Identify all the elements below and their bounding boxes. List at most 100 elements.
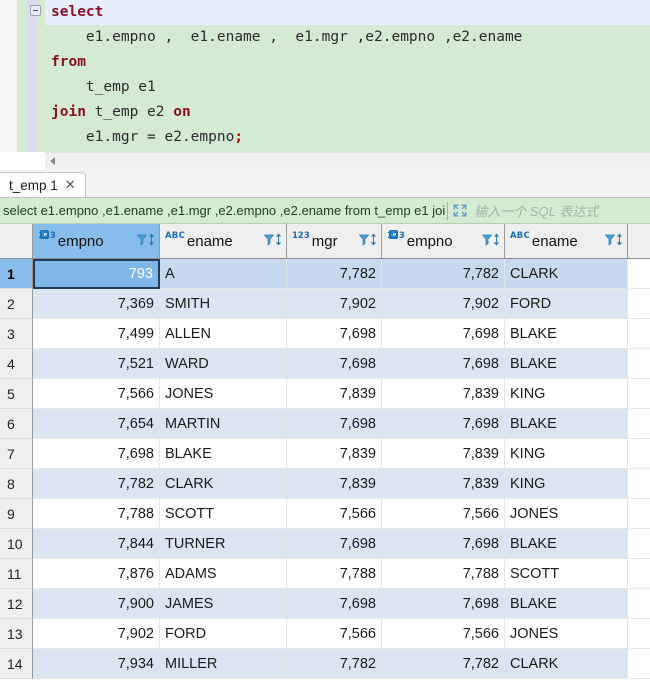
- fold-collapse-icon[interactable]: [30, 5, 41, 16]
- column-header-ename-4[interactable]: ABC ename: [505, 224, 628, 258]
- filter-funnel-icon[interactable]: [136, 233, 148, 250]
- row-number-header[interactable]: 13: [0, 619, 33, 649]
- column-header-empno-0[interactable]: 123 empno: [33, 224, 160, 258]
- row-number-header[interactable]: 5: [0, 379, 33, 409]
- table-cell[interactable]: 7,698: [382, 589, 505, 619]
- table-cell[interactable]: CLARK: [160, 469, 287, 499]
- table-cell[interactable]: 7,788: [382, 559, 505, 589]
- table-cell[interactable]: BLAKE: [505, 529, 628, 559]
- table-cell[interactable]: 7,782: [33, 469, 160, 499]
- row-number-header[interactable]: 3: [0, 319, 33, 349]
- table-row[interactable]: 11 7,876 ADAMS 7,788 7,788 SCOTT: [0, 559, 650, 589]
- row-number-header[interactable]: 7: [0, 439, 33, 469]
- table-cell[interactable]: 7,900: [33, 589, 160, 619]
- table-row[interactable]: 10 7,844 TURNER 7,698 7,698 BLAKE: [0, 529, 650, 559]
- table-cell[interactable]: 7,839: [382, 439, 505, 469]
- table-cell[interactable]: 7,902: [33, 619, 160, 649]
- table-cell[interactable]: BLAKE: [505, 349, 628, 379]
- column-header-tools[interactable]: [604, 233, 623, 250]
- row-number-header[interactable]: 12: [0, 589, 33, 619]
- table-cell[interactable]: ADAMS: [160, 559, 287, 589]
- sql-filter-bar[interactable]: select e1.empno ,e1.ename ,e1.mgr ,e2.em…: [0, 198, 650, 224]
- table-cell[interactable]: KING: [505, 469, 628, 499]
- table-row[interactable]: 4 7,521 WARD 7,698 7,698 BLAKE: [0, 349, 650, 379]
- table-cell[interactable]: 7,566: [287, 619, 382, 649]
- row-number-header[interactable]: 2: [0, 289, 33, 319]
- table-cell[interactable]: 7,782: [382, 259, 505, 289]
- filter-funnel-icon[interactable]: [358, 233, 370, 250]
- column-header-ename-1[interactable]: ABC ename: [160, 224, 287, 258]
- table-cell[interactable]: 7,566: [382, 619, 505, 649]
- table-row[interactable]: 9 7,788 SCOTT 7,566 7,566 JONES: [0, 499, 650, 529]
- table-cell[interactable]: 7,788: [287, 559, 382, 589]
- table-cell[interactable]: 7,844: [33, 529, 160, 559]
- sort-updown-icon[interactable]: [616, 233, 623, 250]
- sort-updown-icon[interactable]: [493, 233, 500, 250]
- table-row[interactable]: 3 7,499 ALLEN 7,698 7,698 BLAKE: [0, 319, 650, 349]
- table-cell[interactable]: CLARK: [505, 649, 628, 679]
- table-cell[interactable]: SCOTT: [505, 559, 628, 589]
- column-header-tools[interactable]: [358, 233, 377, 250]
- row-number-header[interactable]: 8: [0, 469, 33, 499]
- sql-expression-placeholder[interactable]: 输入一个 SQL 表达式: [474, 201, 598, 220]
- table-cell[interactable]: A: [160, 259, 287, 289]
- scroll-left-arrow-icon[interactable]: [50, 157, 55, 165]
- column-header-tools[interactable]: [136, 233, 155, 250]
- table-cell[interactable]: 7,902: [287, 289, 382, 319]
- table-cell[interactable]: TURNER: [160, 529, 287, 559]
- table-cell[interactable]: 7,839: [382, 379, 505, 409]
- table-cell[interactable]: 7,788: [33, 499, 160, 529]
- table-cell[interactable]: 7,698: [382, 319, 505, 349]
- column-header-tools[interactable]: [263, 233, 282, 250]
- table-cell[interactable]: 7,876: [33, 559, 160, 589]
- table-row[interactable]: 7 7,698 BLAKE 7,839 7,839 KING: [0, 439, 650, 469]
- table-cell[interactable]: 793: [33, 259, 160, 289]
- table-cell[interactable]: 7,369: [33, 289, 160, 319]
- row-number-header[interactable]: 9: [0, 499, 33, 529]
- row-number-header[interactable]: 6: [0, 409, 33, 439]
- table-cell[interactable]: BLAKE: [505, 589, 628, 619]
- table-cell[interactable]: 7,782: [382, 649, 505, 679]
- row-number-header[interactable]: 1: [0, 259, 33, 289]
- table-row[interactable]: 2 7,369 SMITH 7,902 7,902 FORD: [0, 289, 650, 319]
- table-cell[interactable]: 7,698: [382, 529, 505, 559]
- sort-updown-icon[interactable]: [370, 233, 377, 250]
- table-cell[interactable]: FORD: [505, 289, 628, 319]
- table-cell[interactable]: 7,698: [382, 409, 505, 439]
- sql-editor[interactable]: select e1.empno , e1.ename , e1.mgr ,e2.…: [0, 0, 650, 152]
- table-cell[interactable]: 7,521: [33, 349, 160, 379]
- table-cell[interactable]: 7,698: [287, 589, 382, 619]
- table-cell[interactable]: 7,566: [382, 499, 505, 529]
- table-cell[interactable]: 7,698: [287, 409, 382, 439]
- table-row[interactable]: 8 7,782 CLARK 7,839 7,839 KING: [0, 469, 650, 499]
- column-header-mgr-2[interactable]: 123 mgr: [287, 224, 382, 258]
- table-cell[interactable]: CLARK: [505, 259, 628, 289]
- table-cell[interactable]: 7,698: [287, 529, 382, 559]
- column-header-empno-3[interactable]: 123 empno: [382, 224, 505, 258]
- filter-funnel-icon[interactable]: [604, 233, 616, 250]
- table-cell[interactable]: 7,698: [287, 349, 382, 379]
- table-cell[interactable]: 7,934: [33, 649, 160, 679]
- table-cell[interactable]: 7,499: [33, 319, 160, 349]
- table-cell[interactable]: 7,839: [382, 469, 505, 499]
- table-cell[interactable]: SCOTT: [160, 499, 287, 529]
- table-row[interactable]: 1 793 A 7,782 7,782 CLARK: [0, 259, 650, 289]
- row-number-header[interactable]: 11: [0, 559, 33, 589]
- row-number-header[interactable]: 14: [0, 649, 33, 679]
- table-cell[interactable]: JONES: [160, 379, 287, 409]
- close-icon[interactable]: ✕: [65, 179, 76, 192]
- table-cell[interactable]: KING: [505, 439, 628, 469]
- table-cell[interactable]: 7,839: [287, 379, 382, 409]
- table-cell[interactable]: WARD: [160, 349, 287, 379]
- table-cell[interactable]: JONES: [505, 499, 628, 529]
- table-cell[interactable]: 7,654: [33, 409, 160, 439]
- table-cell[interactable]: MARTIN: [160, 409, 287, 439]
- table-cell[interactable]: JONES: [505, 619, 628, 649]
- table-cell[interactable]: KING: [505, 379, 628, 409]
- table-row[interactable]: 12 7,900 JAMES 7,698 7,698 BLAKE: [0, 589, 650, 619]
- sort-updown-icon[interactable]: [275, 233, 282, 250]
- table-cell[interactable]: JAMES: [160, 589, 287, 619]
- table-cell[interactable]: ALLEN: [160, 319, 287, 349]
- table-row[interactable]: 13 7,902 FORD 7,566 7,566 JONES: [0, 619, 650, 649]
- sort-updown-icon[interactable]: [148, 233, 155, 250]
